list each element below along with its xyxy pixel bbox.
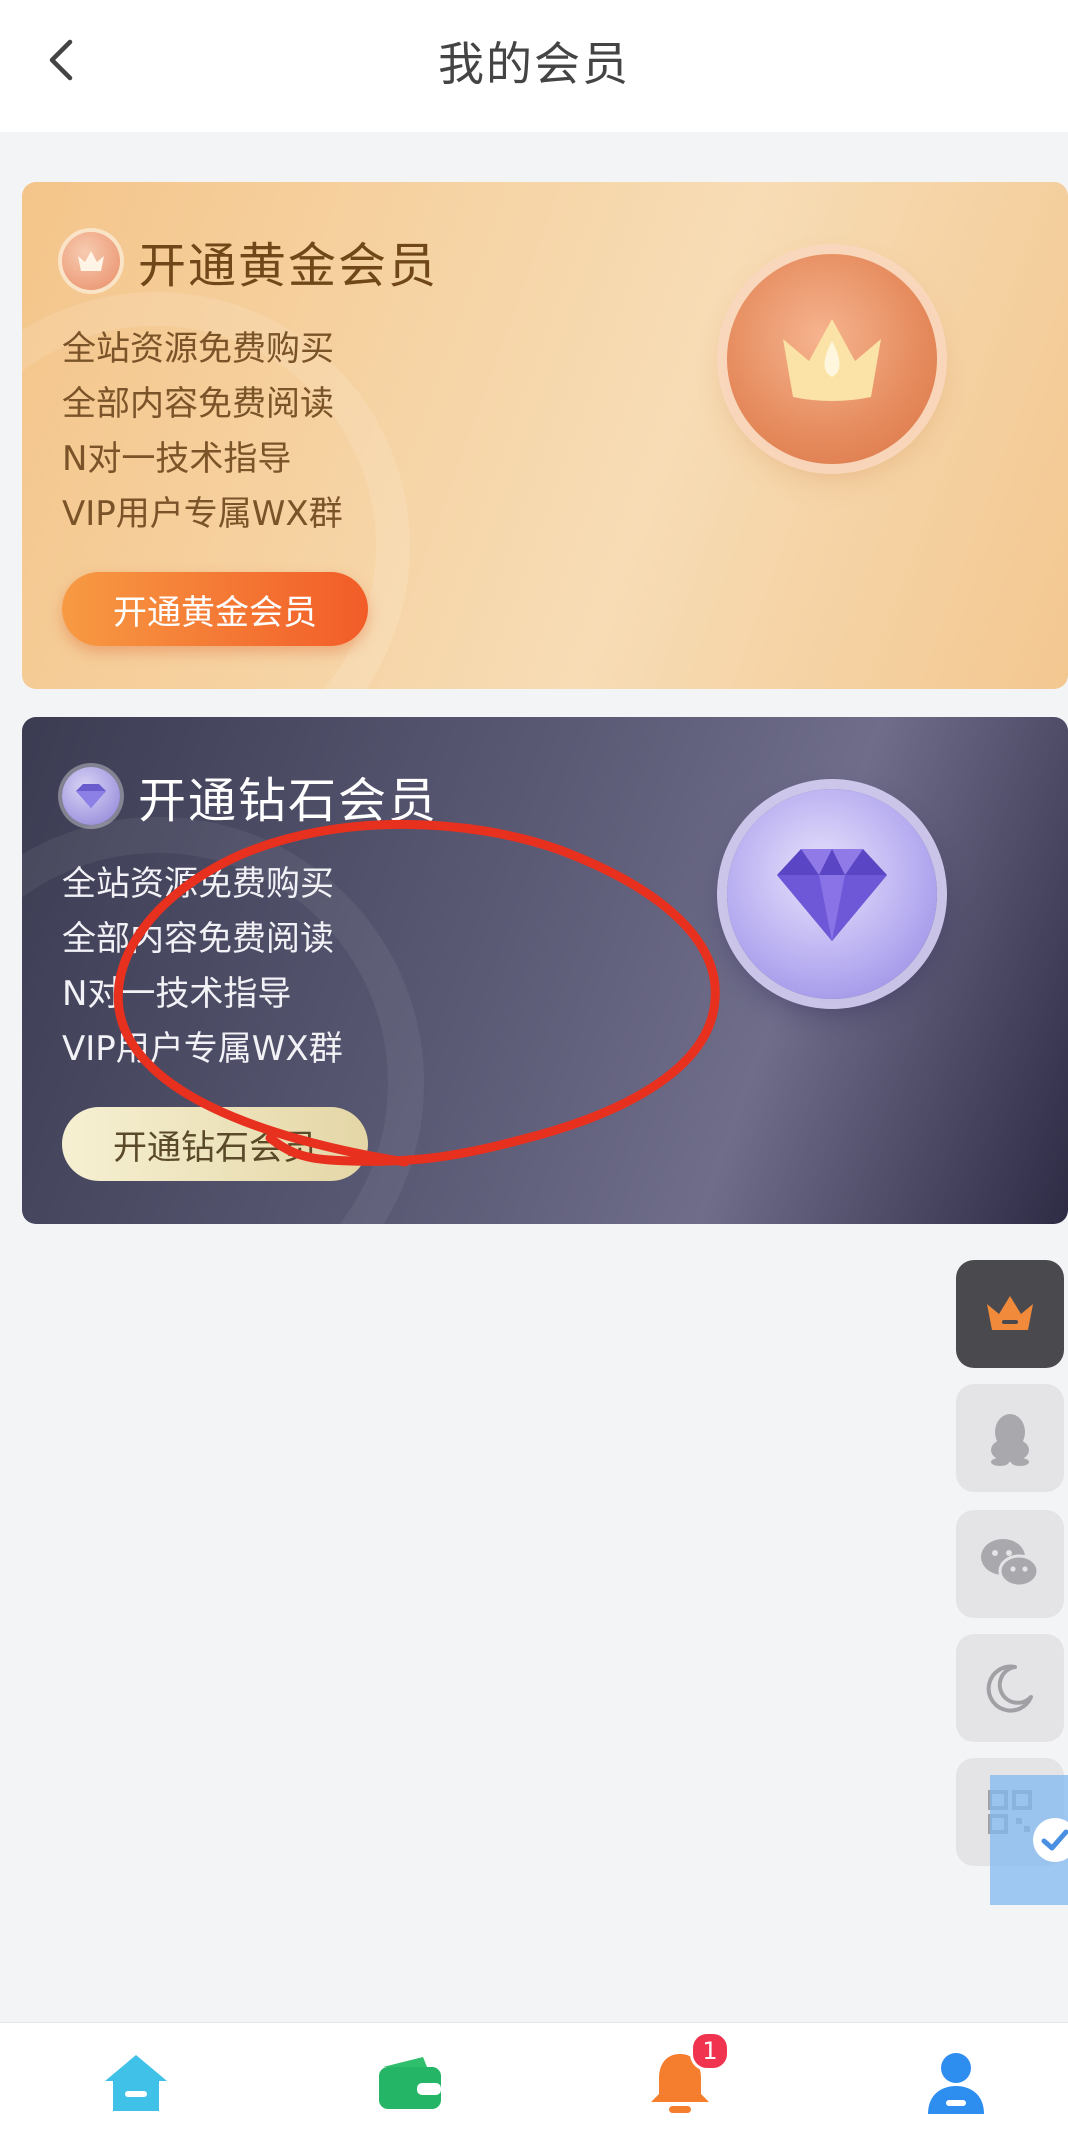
page-title: 我的会员 bbox=[438, 37, 630, 91]
diamond-feature-list: 全站资源免费购买 全部内容免费阅读 N对一技术指导 VIP用户专属WX群 bbox=[62, 857, 343, 1077]
open-gold-membership-button[interactable]: 开通黄金会员 bbox=[62, 572, 368, 646]
gold-card-header: 开通黄金会员 bbox=[62, 226, 438, 296]
nav-wallet[interactable] bbox=[330, 2023, 490, 2143]
gold-membership-card: 开通黄金会员 全站资源免费购买 全部内容免费阅读 N对一技术指导 VIP用户专属… bbox=[22, 182, 1068, 689]
gold-crown-medal-icon bbox=[727, 254, 937, 464]
side-dark-mode-button[interactable] bbox=[956, 1634, 1064, 1742]
diamond-badge-icon bbox=[62, 767, 120, 825]
moon-icon bbox=[986, 1664, 1033, 1713]
gold-feature-list: 全站资源免费购买 全部内容免费阅读 N对一技术指导 VIP用户专属WX群 bbox=[62, 322, 343, 542]
nav-notifications[interactable]: 1 bbox=[600, 2023, 760, 2143]
feature-item: VIP用户专属WX群 bbox=[62, 494, 343, 534]
notification-count-badge: 1 bbox=[690, 2031, 730, 2071]
diamond-medal-icon bbox=[727, 789, 937, 999]
floating-check-overlay[interactable] bbox=[990, 1775, 1068, 1905]
gold-card-title: 开通黄金会员 bbox=[138, 238, 439, 294]
side-qq-button[interactable] bbox=[956, 1384, 1064, 1492]
feature-item: VIP用户专属WX群 bbox=[62, 1029, 343, 1069]
open-diamond-membership-button[interactable]: 开通钻石会员 bbox=[62, 1107, 368, 1181]
bottom-navigation: 1 bbox=[0, 2022, 1068, 2143]
side-wechat-button[interactable] bbox=[956, 1510, 1064, 1618]
feature-item: N对一技术指导 bbox=[62, 974, 292, 1014]
wallet-icon bbox=[379, 2057, 441, 2109]
nav-profile[interactable] bbox=[876, 2023, 1036, 2143]
feature-item: 全部内容免费阅读 bbox=[62, 919, 334, 959]
crown-icon bbox=[987, 1296, 1033, 1330]
feature-item: N对一技术指导 bbox=[62, 439, 292, 479]
side-vip-button[interactable] bbox=[956, 1260, 1064, 1368]
crown-badge-icon bbox=[62, 232, 120, 290]
feature-item: 全站资源免费购买 bbox=[62, 864, 334, 904]
user-icon bbox=[928, 2053, 984, 2114]
home-icon bbox=[105, 2055, 167, 2111]
qq-icon bbox=[991, 1414, 1029, 1466]
wechat-icon bbox=[981, 1539, 1040, 1588]
check-circle-icon bbox=[1033, 1818, 1068, 1862]
feature-item: 全站资源免费购买 bbox=[62, 329, 334, 369]
nav-home[interactable] bbox=[56, 2023, 216, 2143]
diamond-card-title: 开通钻石会员 bbox=[138, 773, 439, 829]
top-app-bar: 我的会员 bbox=[0, 0, 1068, 132]
diamond-card-header: 开通钻石会员 bbox=[62, 761, 438, 831]
diamond-membership-card: 开通钻石会员 全站资源免费购买 全部内容免费阅读 N对一技术指导 VIP用户专属… bbox=[22, 717, 1068, 1224]
feature-item: 全部内容免费阅读 bbox=[62, 384, 334, 424]
